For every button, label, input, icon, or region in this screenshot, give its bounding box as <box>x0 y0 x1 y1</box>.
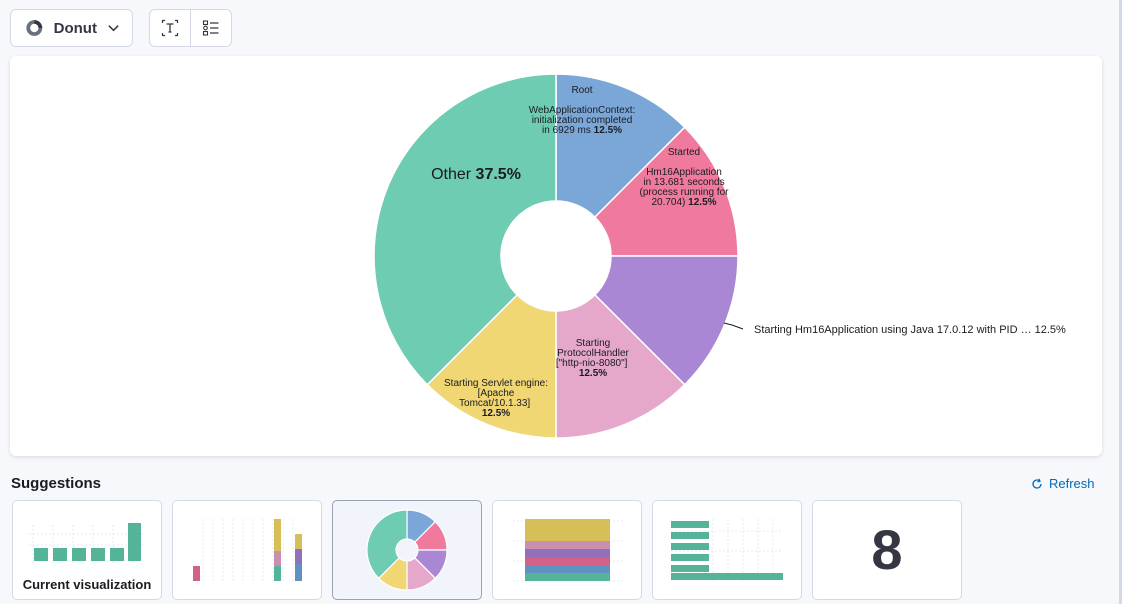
slice-label-5: Other 37.5% <box>431 166 521 183</box>
visualization-panel: Root WebApplicationContext: initialization… <box>10 56 1102 456</box>
metric-value: 8 <box>871 518 903 581</box>
stacked-bar-thumbnail <box>193 519 302 581</box>
donut-chart-icon <box>26 20 43 36</box>
label-leader-line <box>723 322 744 330</box>
current-visualization-caption: Current visualization <box>22 577 152 592</box>
suggestion-stacked-bar[interactable] <box>172 500 322 600</box>
chart-type-selector[interactable]: Donut <box>10 9 133 47</box>
suggestion-stacked-horizontal-bar[interactable] <box>492 500 642 600</box>
slice-label-outside: Starting Hm16Application using Java 17.0… <box>754 324 1066 336</box>
legend-options-button[interactable] <box>190 10 231 46</box>
suggestion-horizontal-bar[interactable] <box>652 500 802 600</box>
refresh-icon <box>1032 478 1042 489</box>
text-options-button[interactable] <box>150 10 190 46</box>
horizontal-bar-thumbnail <box>671 519 783 581</box>
suggestion-current-visualization[interactable]: Current visualization <box>12 500 162 600</box>
chevron-down-icon <box>108 25 119 32</box>
refresh-button[interactable]: Refresh <box>1031 476 1095 491</box>
stacked-horizontal-bar-thumbnail <box>513 519 623 582</box>
text-field-icon <box>161 19 179 37</box>
donut-chart: Root WebApplicationContext: initialization… <box>373 73 1066 439</box>
suggestions-title: Suggestions <box>11 475 102 492</box>
suggestion-metric[interactable]: 8 <box>812 500 962 600</box>
refresh-label: Refresh <box>1049 476 1095 491</box>
chart-type-label: Donut <box>53 19 97 37</box>
donut-thumbnail <box>366 509 448 591</box>
display-options-group <box>149 9 232 47</box>
legend-list-icon <box>202 20 219 36</box>
suggestion-donut[interactable] <box>332 500 482 600</box>
chart-toolbar: Donut <box>10 9 232 47</box>
